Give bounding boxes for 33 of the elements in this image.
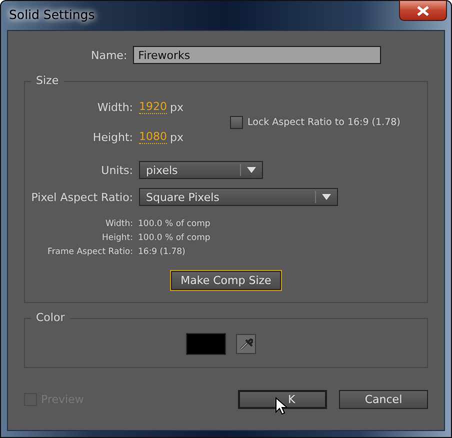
caret-icon xyxy=(247,167,256,173)
dropdown[interactable]: Square Pixels xyxy=(139,188,338,206)
name-field[interactable]: Fireworks xyxy=(133,46,382,64)
info-label: Frame Aspect Ratio: xyxy=(46,247,133,257)
checkbox[interactable] xyxy=(230,116,242,128)
dropdown[interactable]: pixels xyxy=(139,161,263,179)
close-icon xyxy=(417,6,429,16)
info-label: Height: xyxy=(101,233,133,243)
info-label: Width: xyxy=(104,219,133,229)
info-value: 100.0 % of comp xyxy=(138,233,210,243)
window-title: Solid Settings xyxy=(9,7,95,22)
group-legend: Size xyxy=(31,74,64,87)
color-swatch[interactable] xyxy=(186,333,226,355)
make-comp-size-button[interactable]: Make Comp Size xyxy=(170,271,282,290)
checkbox-label: Lock Aspect Ratio to 16:9 (1.78) xyxy=(248,116,400,128)
close-button[interactable] xyxy=(399,0,447,21)
dropdown-label: Pixel Aspect Ratio: xyxy=(30,190,133,204)
cancel-button[interactable]: Cancel xyxy=(339,390,428,409)
dimension-label: Width: xyxy=(96,100,133,114)
unit-label: px xyxy=(170,130,184,144)
info-value: 16:9 (1.78) xyxy=(138,247,186,257)
name-label: Name: xyxy=(91,48,128,62)
mouse-cursor-icon xyxy=(275,397,287,415)
group-legend: Color xyxy=(31,311,70,324)
info-value: 100.0 % of comp xyxy=(138,219,210,229)
dimension-label: Height: xyxy=(92,130,133,144)
unit-label: px xyxy=(170,100,184,114)
value-scrubber[interactable]: 1080 xyxy=(139,130,167,144)
value-scrubber[interactable]: 1920 xyxy=(139,100,167,114)
eyedropper-button[interactable] xyxy=(236,334,256,354)
ok-button[interactable]: K xyxy=(238,390,327,409)
caret-icon xyxy=(322,194,331,200)
dropdown-label: Units: xyxy=(100,164,133,176)
